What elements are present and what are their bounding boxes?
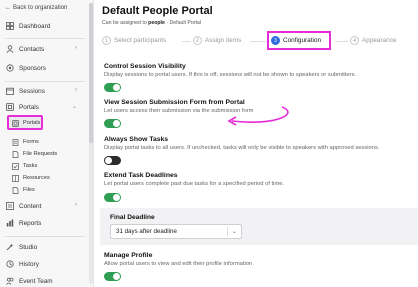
page-title: Default People Portal	[102, 5, 213, 17]
team-icon	[5, 277, 14, 286]
extend-task-deadlines-toggle[interactable]	[104, 193, 121, 202]
sidebar-item-sponsors[interactable]: Sponsors	[5, 62, 85, 74]
sidebar-sub-resources[interactable]: Resources	[12, 173, 50, 183]
step-connector	[250, 41, 268, 42]
sidebar: ← Back to organization Dashboard Contact…	[0, 0, 94, 287]
step-appearance[interactable]: 4 Appearance	[350, 36, 396, 45]
page-subtitle: Can be assigned to people · Default Port…	[102, 20, 201, 26]
setting-view-submission-form: View Session Submission Form from Portal…	[104, 99, 254, 114]
tasks-icon	[12, 162, 19, 170]
stepper: 1 Select participants 2 Assign items 3 C…	[102, 34, 418, 50]
chevron-right-icon: ›	[75, 45, 77, 51]
final-deadline-panel: Final Deadline 31 days after deadline ⌄	[100, 208, 418, 245]
step-connector	[182, 41, 191, 42]
setting-control-session-visibility: Control Session Visibility Display sessi…	[104, 63, 357, 78]
toggle-knob	[113, 84, 120, 91]
sidebar-item-studio[interactable]: Studio	[5, 241, 85, 253]
chevron-right-icon: ›	[75, 202, 77, 208]
sidebar-item-dashboard[interactable]: Dashboard	[5, 20, 85, 32]
toggle-knob	[113, 273, 120, 280]
sidebar-item-history[interactable]: History	[5, 258, 85, 270]
select-separator	[227, 227, 228, 236]
step-assign-items[interactable]: 2 Assign items	[193, 36, 241, 45]
forms-icon	[12, 138, 19, 146]
chevron-right-icon: ›	[75, 87, 77, 93]
reports-icon	[5, 219, 14, 228]
chevron-down-icon: ⌄	[71, 104, 77, 110]
manage-profile-toggle[interactable]	[104, 272, 121, 281]
content-icon	[5, 202, 14, 211]
studio-icon	[5, 243, 14, 252]
toggle-knob	[113, 194, 120, 201]
sidebar-sub-portals[interactable]: Portals	[12, 118, 40, 128]
step-connector	[335, 41, 348, 42]
setting-manage-profile: Manage Profile Allow portal users to vie…	[104, 252, 253, 267]
divider	[5, 236, 85, 237]
dashboard-icon	[5, 22, 14, 31]
setting-extend-task-deadlines: Extend Task Deadlines Let portal users c…	[104, 172, 285, 187]
sidebar-item-content[interactable]: Content ›	[5, 200, 85, 212]
portal-icon	[12, 119, 19, 127]
file-request-icon	[12, 150, 19, 158]
setting-always-show-tasks: Always Show Tasks Display portal tasks t…	[104, 136, 380, 151]
final-deadline-select[interactable]: 31 days after deadline ⌄	[110, 224, 242, 239]
sidebar-sub-files[interactable]: Files	[12, 185, 35, 195]
sidebar-sub-tasks[interactable]: Tasks	[12, 161, 37, 171]
sidebar-item-sessions[interactable]: Sessions ›	[5, 85, 85, 97]
back-to-organization-link[interactable]: ← Back to organization	[5, 5, 67, 11]
sidebar-item-contacts[interactable]: Contacts ›	[5, 43, 85, 55]
view-submission-form-toggle[interactable]	[104, 119, 121, 128]
history-icon	[5, 260, 14, 269]
divider	[5, 81, 85, 82]
sidebar-item-event-team[interactable]: Event Team	[5, 275, 85, 287]
sidebar-sub-forms[interactable]: Forms	[12, 137, 39, 147]
sidebar-sub-file-requests[interactable]: File Requests	[12, 149, 57, 159]
sidebar-item-portals[interactable]: Portals ⌄	[5, 101, 85, 113]
sidebar-item-reports[interactable]: Reports	[5, 217, 85, 229]
step-select-participants[interactable]: 1 Select participants	[102, 36, 166, 45]
resources-icon	[12, 174, 19, 182]
scrollbar-thumb[interactable]	[89, 3, 93, 143]
toggle-knob	[113, 120, 120, 127]
calendar-icon	[5, 87, 14, 96]
file-icon	[12, 186, 19, 194]
sponsors-icon	[5, 64, 14, 73]
sidebar-scrollbar[interactable]	[89, 3, 93, 284]
chevron-down-icon: ⌄	[231, 229, 237, 235]
always-show-tasks-toggle[interactable]	[104, 156, 121, 165]
step-highlight-box	[267, 31, 331, 50]
divider	[5, 38, 85, 39]
control-session-visibility-toggle[interactable]	[104, 83, 121, 92]
toggle-knob	[105, 157, 112, 164]
contacts-icon	[5, 45, 14, 54]
portal-icon	[5, 103, 14, 112]
arrow-left-icon: ←	[5, 5, 11, 11]
